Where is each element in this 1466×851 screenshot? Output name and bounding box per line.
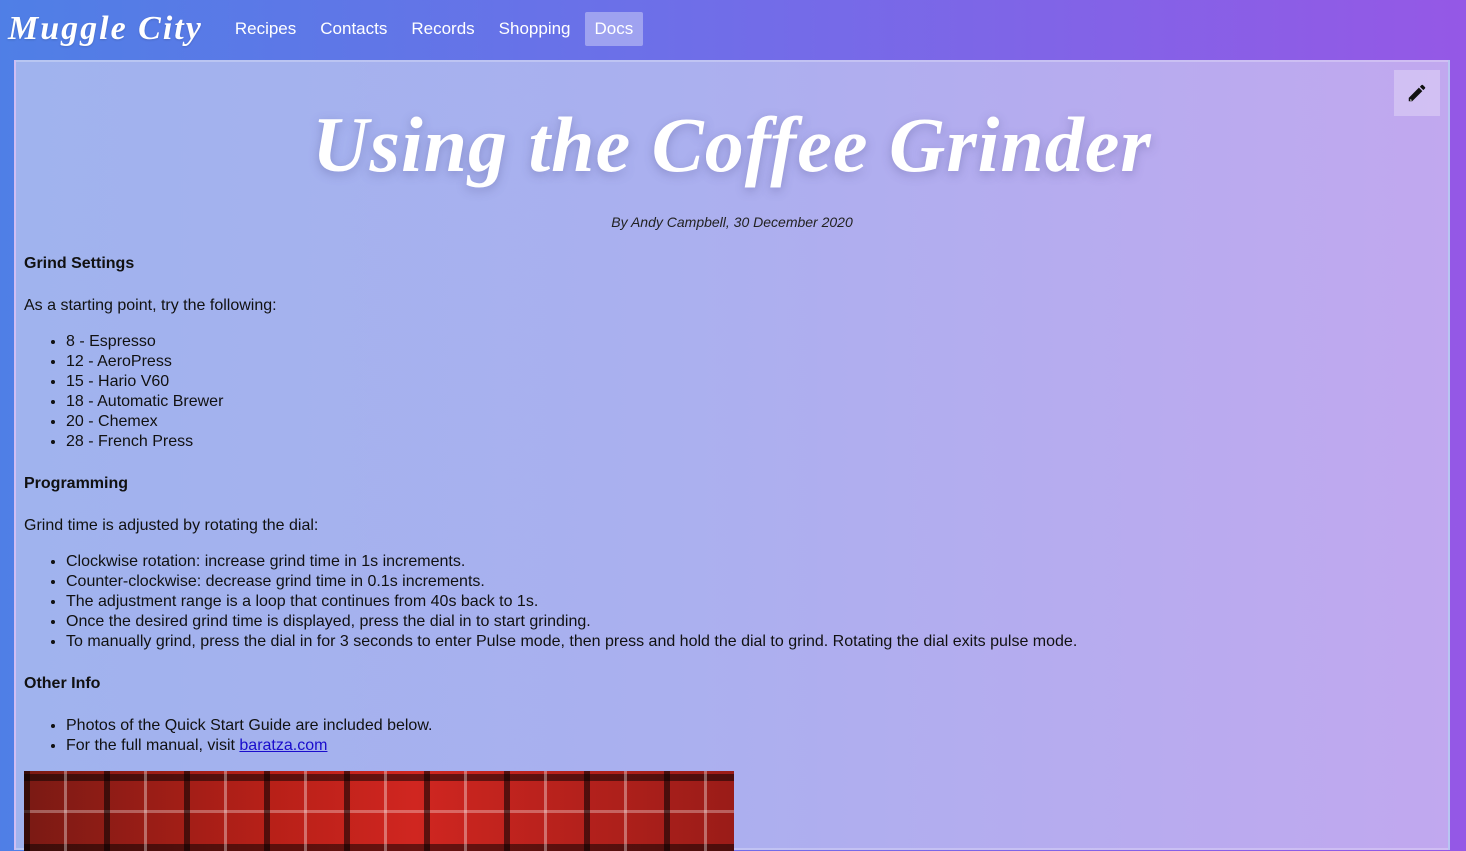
programming-list: Clockwise rotation: increase grind time … xyxy=(24,552,1424,652)
manual-link-prefix: For the full manual, visit xyxy=(66,737,240,754)
nav-item-recipes[interactable]: Recipes xyxy=(225,12,306,46)
grind-settings-list: 8 - Espresso 12 - AeroPress 15 - Hario V… xyxy=(24,332,1424,452)
page-title: Using the Coffee Grinder xyxy=(312,101,1152,188)
top-navigation-bar: Muggle City Recipes Contacts Records Sho… xyxy=(0,0,1466,58)
programming-intro-text: Grind time is adjusted by rotating the d… xyxy=(24,517,319,534)
baratza-link[interactable]: baratza.com xyxy=(239,737,327,754)
list-item: To manually grind, press the dial in for… xyxy=(66,632,1424,652)
list-item: 8 - Espresso xyxy=(66,332,1424,352)
list-item: Photos of the Quick Start Guide are incl… xyxy=(66,716,1424,736)
list-item: Clockwise rotation: increase grind time … xyxy=(66,552,1424,572)
list-item: The adjustment range is a loop that cont… xyxy=(66,592,1424,612)
nav-item-docs[interactable]: Docs xyxy=(584,12,644,46)
list-item: 12 - AeroPress xyxy=(66,352,1424,372)
list-item: Once the desired grind time is displayed… xyxy=(66,612,1424,632)
list-item: 20 - Chemex xyxy=(66,412,1424,432)
article-body: Grind Settings As a starting point, try … xyxy=(24,254,1424,778)
quick-start-guide-photo xyxy=(24,771,734,851)
nav-item-shopping[interactable]: Shopping xyxy=(489,12,581,46)
section-heading-other-info: Other Info xyxy=(24,675,101,692)
document-card: Using the Coffee Grinder By Andy Campbel… xyxy=(14,60,1450,851)
grind-intro-text: As a starting point, try the following: xyxy=(24,297,277,314)
section-heading-grind-settings: Grind Settings xyxy=(24,255,135,272)
list-item: Counter-clockwise: decrease grind time i… xyxy=(66,572,1424,592)
list-item: 18 - Automatic Brewer xyxy=(66,392,1424,412)
section-heading-programming: Programming xyxy=(24,475,129,492)
list-item: For the full manual, visit baratza.com xyxy=(66,736,1424,756)
nav-item-contacts[interactable]: Contacts xyxy=(310,12,397,46)
brand-logo[interactable]: Muggle City xyxy=(8,10,203,48)
article-byline: By Andy Campbell, 30 December 2020 xyxy=(611,214,853,230)
other-info-list: Photos of the Quick Start Guide are incl… xyxy=(24,716,1424,756)
nav-item-records[interactable]: Records xyxy=(401,12,484,46)
list-item: 28 - French Press xyxy=(66,432,1424,452)
list-item: 15 - Hario V60 xyxy=(66,372,1424,392)
